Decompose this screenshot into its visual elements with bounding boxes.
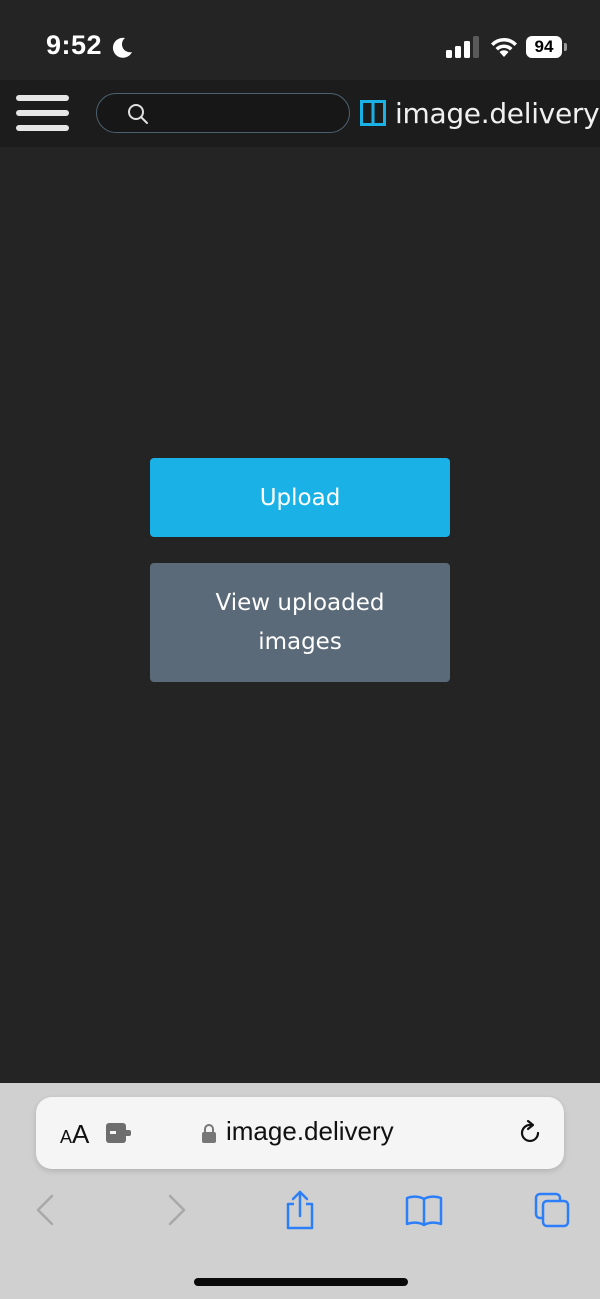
tabs-icon[interactable] bbox=[532, 1190, 572, 1230]
wifi-icon bbox=[491, 37, 517, 57]
brand-logo[interactable]: image.delivery bbox=[360, 95, 600, 131]
text-size-button[interactable]: AA bbox=[60, 1119, 89, 1150]
battery-icon: 94 bbox=[526, 36, 567, 58]
reload-icon[interactable] bbox=[516, 1119, 544, 1147]
status-bar: 9:52 94 bbox=[0, 0, 600, 80]
share-icon[interactable] bbox=[280, 1190, 320, 1230]
url-text[interactable]: image.delivery bbox=[226, 1116, 394, 1147]
hamburger-menu-icon[interactable] bbox=[16, 95, 69, 132]
extension-icon[interactable] bbox=[106, 1123, 132, 1143]
moon-icon bbox=[112, 37, 132, 58]
search-icon bbox=[128, 104, 148, 124]
search-input[interactable] bbox=[147, 98, 341, 128]
site-header: image.delivery bbox=[0, 80, 600, 147]
back-icon[interactable] bbox=[26, 1190, 66, 1230]
address-bar[interactable]: AA image.delivery bbox=[36, 1097, 564, 1169]
sidebar-panel-icon bbox=[360, 100, 386, 126]
lock-icon bbox=[202, 1124, 216, 1143]
forward-icon[interactable] bbox=[156, 1190, 196, 1230]
view-uploaded-images-button[interactable]: View uploaded images bbox=[150, 563, 450, 682]
search-bar[interactable] bbox=[96, 93, 350, 133]
status-time: 9:52 bbox=[46, 30, 103, 60]
cellular-signal-icon bbox=[446, 36, 479, 58]
brand-name: image.delivery bbox=[395, 96, 600, 130]
bookmarks-icon[interactable] bbox=[404, 1190, 444, 1230]
upload-button[interactable]: Upload bbox=[150, 458, 450, 537]
home-indicator bbox=[194, 1278, 408, 1286]
battery-level: 94 bbox=[526, 36, 562, 58]
